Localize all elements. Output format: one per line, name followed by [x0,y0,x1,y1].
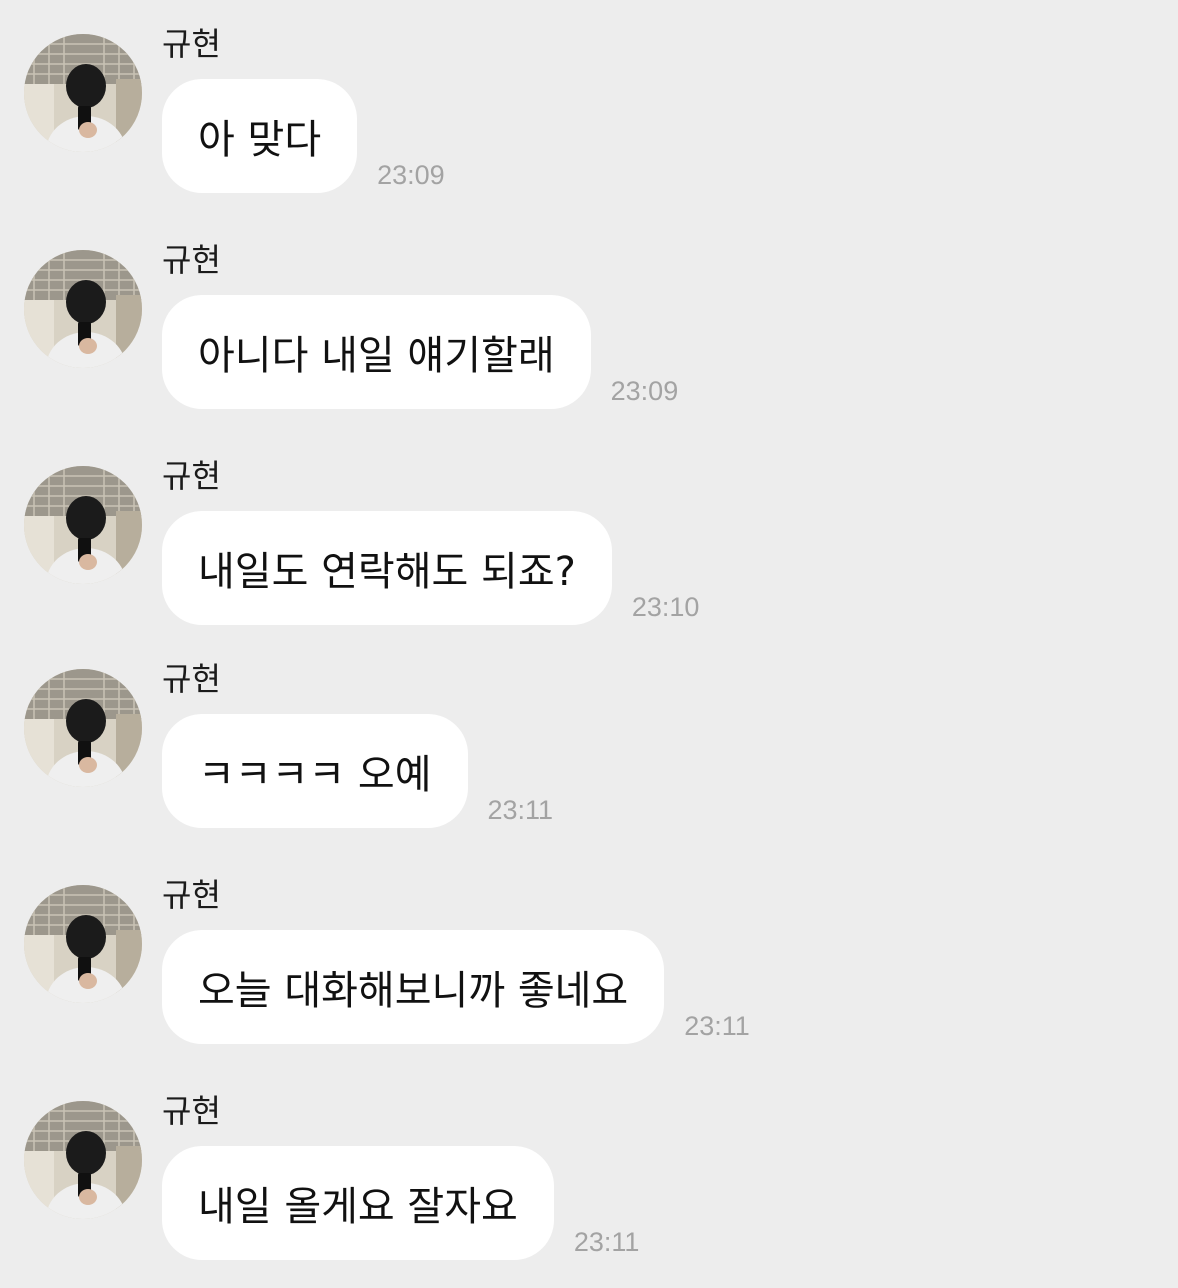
bubble-row: ㅋㅋㅋㅋ 오예 23:11 [162,714,553,828]
message-item: 규현 내일 올게요 잘자요 23:11 [0,1067,1178,1267]
sender-name: 규현 [162,1092,221,1130]
bubble-row: 아니다 내일 얘기할래 23:09 [162,295,678,409]
bubble-row: 내일 올게요 잘자요 23:11 [162,1146,639,1260]
bubble-row: 오늘 대화해보니까 좋네요 23:11 [162,930,750,1044]
message-bubble[interactable]: 내일 올게요 잘자요 [162,1146,554,1260]
message-item: 규현 아니다 내일 얘기할래 23:09 [0,216,1178,416]
avatar[interactable] [24,466,142,584]
avatar[interactable] [24,669,142,787]
bubble-row: 아 맞다 23:09 [162,79,445,193]
message-timestamp: 23:11 [487,795,554,825]
message-bubble[interactable]: 아 맞다 [162,79,358,193]
message-item: 규현 오늘 대화해보니까 좋네요 23:11 [0,851,1178,1051]
message-timestamp: 23:11 [684,1011,750,1041]
message-bubble[interactable]: ㅋㅋㅋㅋ 오예 [162,714,468,828]
message-item: 규현 내일도 연락해도 되죠? 23:10 [0,432,1178,632]
avatar[interactable] [24,34,142,152]
message-timestamp: 23:09 [377,160,445,190]
sender-name: 규현 [162,457,221,495]
bubble-row: 내일도 연락해도 되죠? 23:10 [162,511,699,625]
sender-name: 규현 [162,876,221,914]
message-timestamp: 23:11 [573,1227,640,1257]
sender-name: 규현 [162,660,221,698]
message-timestamp: 23:10 [631,592,700,622]
message-item: 규현 아 맞다 23:09 [0,0,1178,200]
chat-message-list: 규현 아 맞다 23:09 규현 아니다 내일 얘기할래 23:09 규현 내일… [0,0,1178,1288]
avatar[interactable] [24,885,142,1003]
message-item: 규현 ㅋㅋㅋㅋ 오예 23:11 [0,635,1178,835]
sender-name: 규현 [162,25,221,63]
message-bubble[interactable]: 오늘 대화해보니까 좋네요 [162,930,665,1044]
avatar[interactable] [24,250,142,368]
message-bubble[interactable]: 아니다 내일 얘기할래 [162,295,591,409]
avatar[interactable] [24,1101,142,1219]
sender-name: 규현 [162,241,221,279]
message-timestamp: 23:09 [610,376,679,406]
message-bubble[interactable]: 내일도 연락해도 되죠? [162,511,612,625]
